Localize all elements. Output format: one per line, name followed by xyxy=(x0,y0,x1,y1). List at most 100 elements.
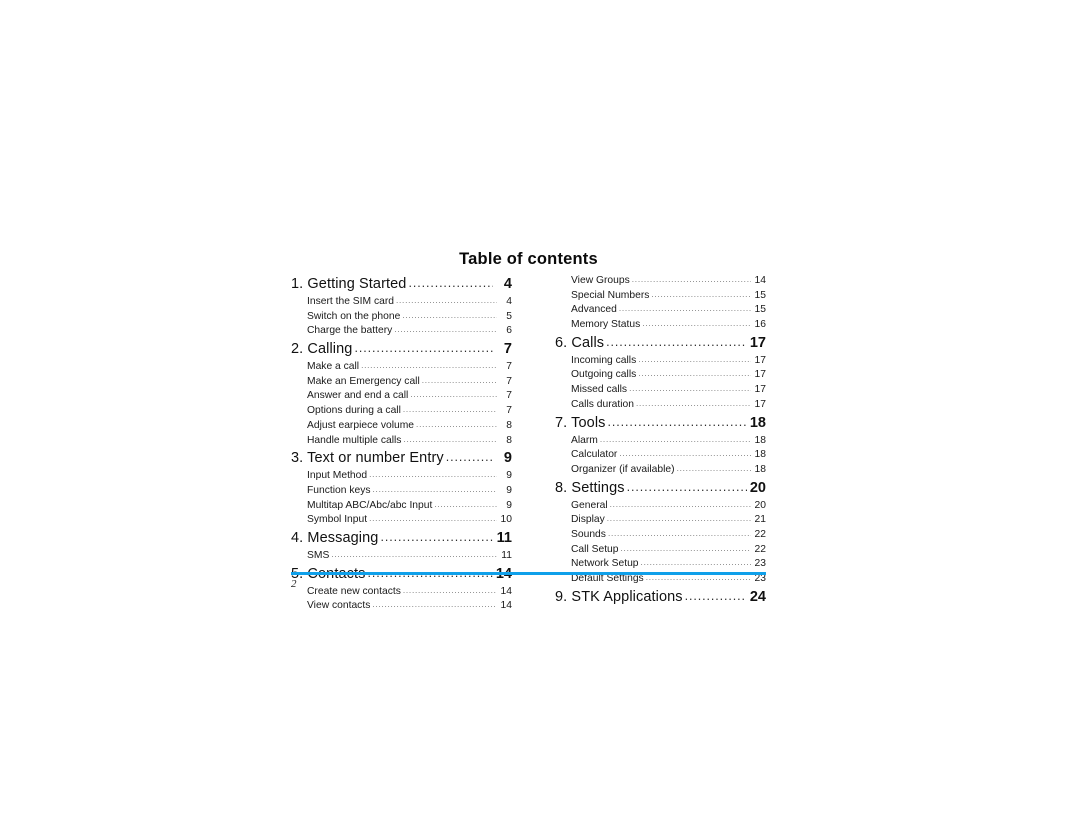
toc-leader-dots: ........................................… xyxy=(402,310,497,320)
toc-leader-dots: ........................................… xyxy=(402,405,497,415)
toc-chapter-entry[interactable]: 7. Tools................................… xyxy=(545,413,766,434)
toc-sub-entry[interactable]: Organizer (if available)................… xyxy=(545,463,766,478)
toc-leader-dots: ........................................… xyxy=(402,585,497,595)
toc-entry-label: Incoming calls xyxy=(571,354,637,366)
toc-sub-entry[interactable]: Sounds..................................… xyxy=(545,528,766,543)
toc-sub-entry[interactable]: View contacts...........................… xyxy=(291,599,512,614)
toc-entry-page-number: 22 xyxy=(754,543,766,555)
toc-sub-entry[interactable]: Charge the battery......................… xyxy=(291,324,512,339)
toc-leader-dots: ........................................… xyxy=(676,463,751,473)
toc-sub-entry[interactable]: View Groups.............................… xyxy=(545,274,766,289)
toc-leader-dots: ........................................… xyxy=(599,434,751,444)
toc-leader-dots: ........................................… xyxy=(620,543,751,553)
toc-entry-label: Sounds xyxy=(571,528,606,540)
toc-sub-entry[interactable]: Handle multiple calls...................… xyxy=(291,434,512,449)
toc-entry-page-number: 18 xyxy=(754,463,766,475)
toc-entry-page-number: 7 xyxy=(506,375,512,387)
toc-sub-entry[interactable]: Calls duration..........................… xyxy=(545,398,766,413)
toc-entry-label: Insert the SIM card xyxy=(307,296,394,307)
toc-sub-entry[interactable]: Call Setup..............................… xyxy=(545,543,766,558)
toc-entry-page-number: 5 xyxy=(506,310,512,322)
toc-leader-dots: ........................................… xyxy=(410,390,497,400)
toc-leader-dots: ........................................… xyxy=(396,296,497,305)
toc-entry-label: Charge the battery xyxy=(307,325,393,337)
toc-entry-label: Organizer (if available) xyxy=(571,463,675,475)
toc-entry-page-number: 17 xyxy=(754,384,766,396)
toc-sub-entry[interactable]: Calculator..............................… xyxy=(545,448,766,463)
toc-leader-dots: ........................................… xyxy=(372,484,497,494)
toc-leader-dots: ........................................… xyxy=(609,499,751,509)
toc-entry-page-number: 7 xyxy=(506,361,512,373)
toc-entry-label: SMS xyxy=(307,549,330,561)
toc-sub-entry[interactable]: Display.................................… xyxy=(545,513,766,528)
toc-chapter-entry[interactable]: 9. STK Applications.....................… xyxy=(545,587,766,608)
toc-entry-label: Alarm xyxy=(571,434,598,446)
toc-leader-dots: ........................................… xyxy=(445,450,493,465)
toc-entry-page-number: 11 xyxy=(496,529,512,546)
toc-leader-dots: ........................................… xyxy=(606,514,751,524)
toc-leader-dots: ........................................… xyxy=(331,549,497,559)
toc-entry-label: Switch on the phone xyxy=(307,310,401,322)
toc-entry-label: Symbol Input xyxy=(307,514,368,526)
toc-sub-entry[interactable]: Answer and end a call...................… xyxy=(291,389,512,404)
toc-chapter-entry[interactable]: 6. Calls................................… xyxy=(545,333,766,354)
toc-sub-entry[interactable]: Special Numbers.........................… xyxy=(545,289,766,304)
toc-chapter-entry[interactable]: 3. Text or number Entry.................… xyxy=(291,448,512,469)
toc-entry-label: View Groups xyxy=(571,275,630,286)
toc-sub-entry[interactable]: Outgoing calls..........................… xyxy=(545,368,766,383)
toc-entry-page-number: 23 xyxy=(754,558,766,570)
toc-sub-entry[interactable]: General.................................… xyxy=(545,499,766,514)
toc-chapter-entry[interactable]: 2. Calling..............................… xyxy=(291,339,512,360)
toc-leader-dots: ........................................… xyxy=(651,289,751,299)
toc-sub-entry[interactable]: Multitap ABC/Abc/abc Input..............… xyxy=(291,499,512,514)
toc-entry-page-number: 10 xyxy=(500,514,512,526)
toc-leader-dots: ........................................… xyxy=(354,341,493,356)
toc-sub-entry[interactable]: Memory Status...........................… xyxy=(545,318,766,333)
toc-sub-entry[interactable]: Make a call.............................… xyxy=(291,360,512,375)
toc-entry-page-number: 9 xyxy=(506,499,512,511)
toc-entry-page-number: 6 xyxy=(506,325,512,337)
toc-entry-page-number: 17 xyxy=(754,369,766,381)
toc-sub-entry[interactable]: SMS.....................................… xyxy=(291,549,512,564)
toc-sub-entry[interactable]: Network Setup...........................… xyxy=(545,557,766,572)
toc-sub-entry[interactable]: Make an Emergency call..................… xyxy=(291,375,512,390)
toc-entry-page-number: 18 xyxy=(754,434,766,446)
toc-sub-entry[interactable]: Advanced................................… xyxy=(545,303,766,318)
toc-entry-label: Advanced xyxy=(571,304,617,316)
toc-leader-dots: ........................................… xyxy=(684,588,747,603)
toc-sub-entry[interactable]: Incoming calls..........................… xyxy=(545,354,766,369)
toc-leader-dots: ........................................… xyxy=(416,419,497,429)
toc-sub-entry[interactable]: Function keys...........................… xyxy=(291,484,512,499)
toc-entry-page-number: 21 xyxy=(754,514,766,526)
toc-leader-dots: ........................................… xyxy=(408,276,493,290)
toc-entry-label: 9. STK Applications xyxy=(555,588,683,605)
toc-chapter-entry[interactable]: 8. Settings.............................… xyxy=(545,478,766,499)
toc-entry-page-number: 8 xyxy=(506,419,512,431)
toc-sub-entry[interactable]: Input Method............................… xyxy=(291,469,512,484)
toc-entry-label: Make a call xyxy=(307,361,360,373)
toc-chapter-entry[interactable]: 1. Getting Started......................… xyxy=(291,274,512,295)
toc-leader-dots: ........................................… xyxy=(638,354,751,364)
toc-entry-label: 8. Settings xyxy=(555,479,625,496)
toc-entry-label: Special Numbers xyxy=(571,289,650,301)
toc-entry-page-number: 9 xyxy=(506,484,512,496)
toc-sub-entry[interactable]: Create new contacts.....................… xyxy=(291,585,512,600)
toc-entry-page-number: 4 xyxy=(506,296,512,307)
toc-entry-page-number: 18 xyxy=(749,414,766,431)
toc-leader-dots: ........................................… xyxy=(369,470,497,480)
toc-sub-entry[interactable]: Insert the SIM card.....................… xyxy=(291,295,512,310)
toc-sub-entry[interactable]: Adjust earpiece volume..................… xyxy=(291,419,512,434)
toc-entry-label: Calculator xyxy=(571,449,618,461)
toc-sub-entry[interactable]: Options during a call...................… xyxy=(291,404,512,419)
toc-leader-dots: ........................................… xyxy=(372,600,497,610)
toc-chapter-entry[interactable]: 4. Messaging............................… xyxy=(291,528,512,549)
toc-sub-entry[interactable]: Switch on the phone.....................… xyxy=(291,310,512,325)
toc-sub-entry[interactable]: Symbol Input............................… xyxy=(291,513,512,528)
toc-entry-label: Display xyxy=(571,514,605,526)
toc-entry-page-number: 20 xyxy=(749,479,766,496)
document-page: Table of contents 1. Getting Started....… xyxy=(0,0,1080,834)
toc-sub-entry[interactable]: Missed calls............................… xyxy=(545,383,766,398)
toc-entry-label: General xyxy=(571,499,608,511)
toc-sub-entry[interactable]: Alarm...................................… xyxy=(545,434,766,449)
toc-entry-page-number: 14 xyxy=(500,585,512,597)
